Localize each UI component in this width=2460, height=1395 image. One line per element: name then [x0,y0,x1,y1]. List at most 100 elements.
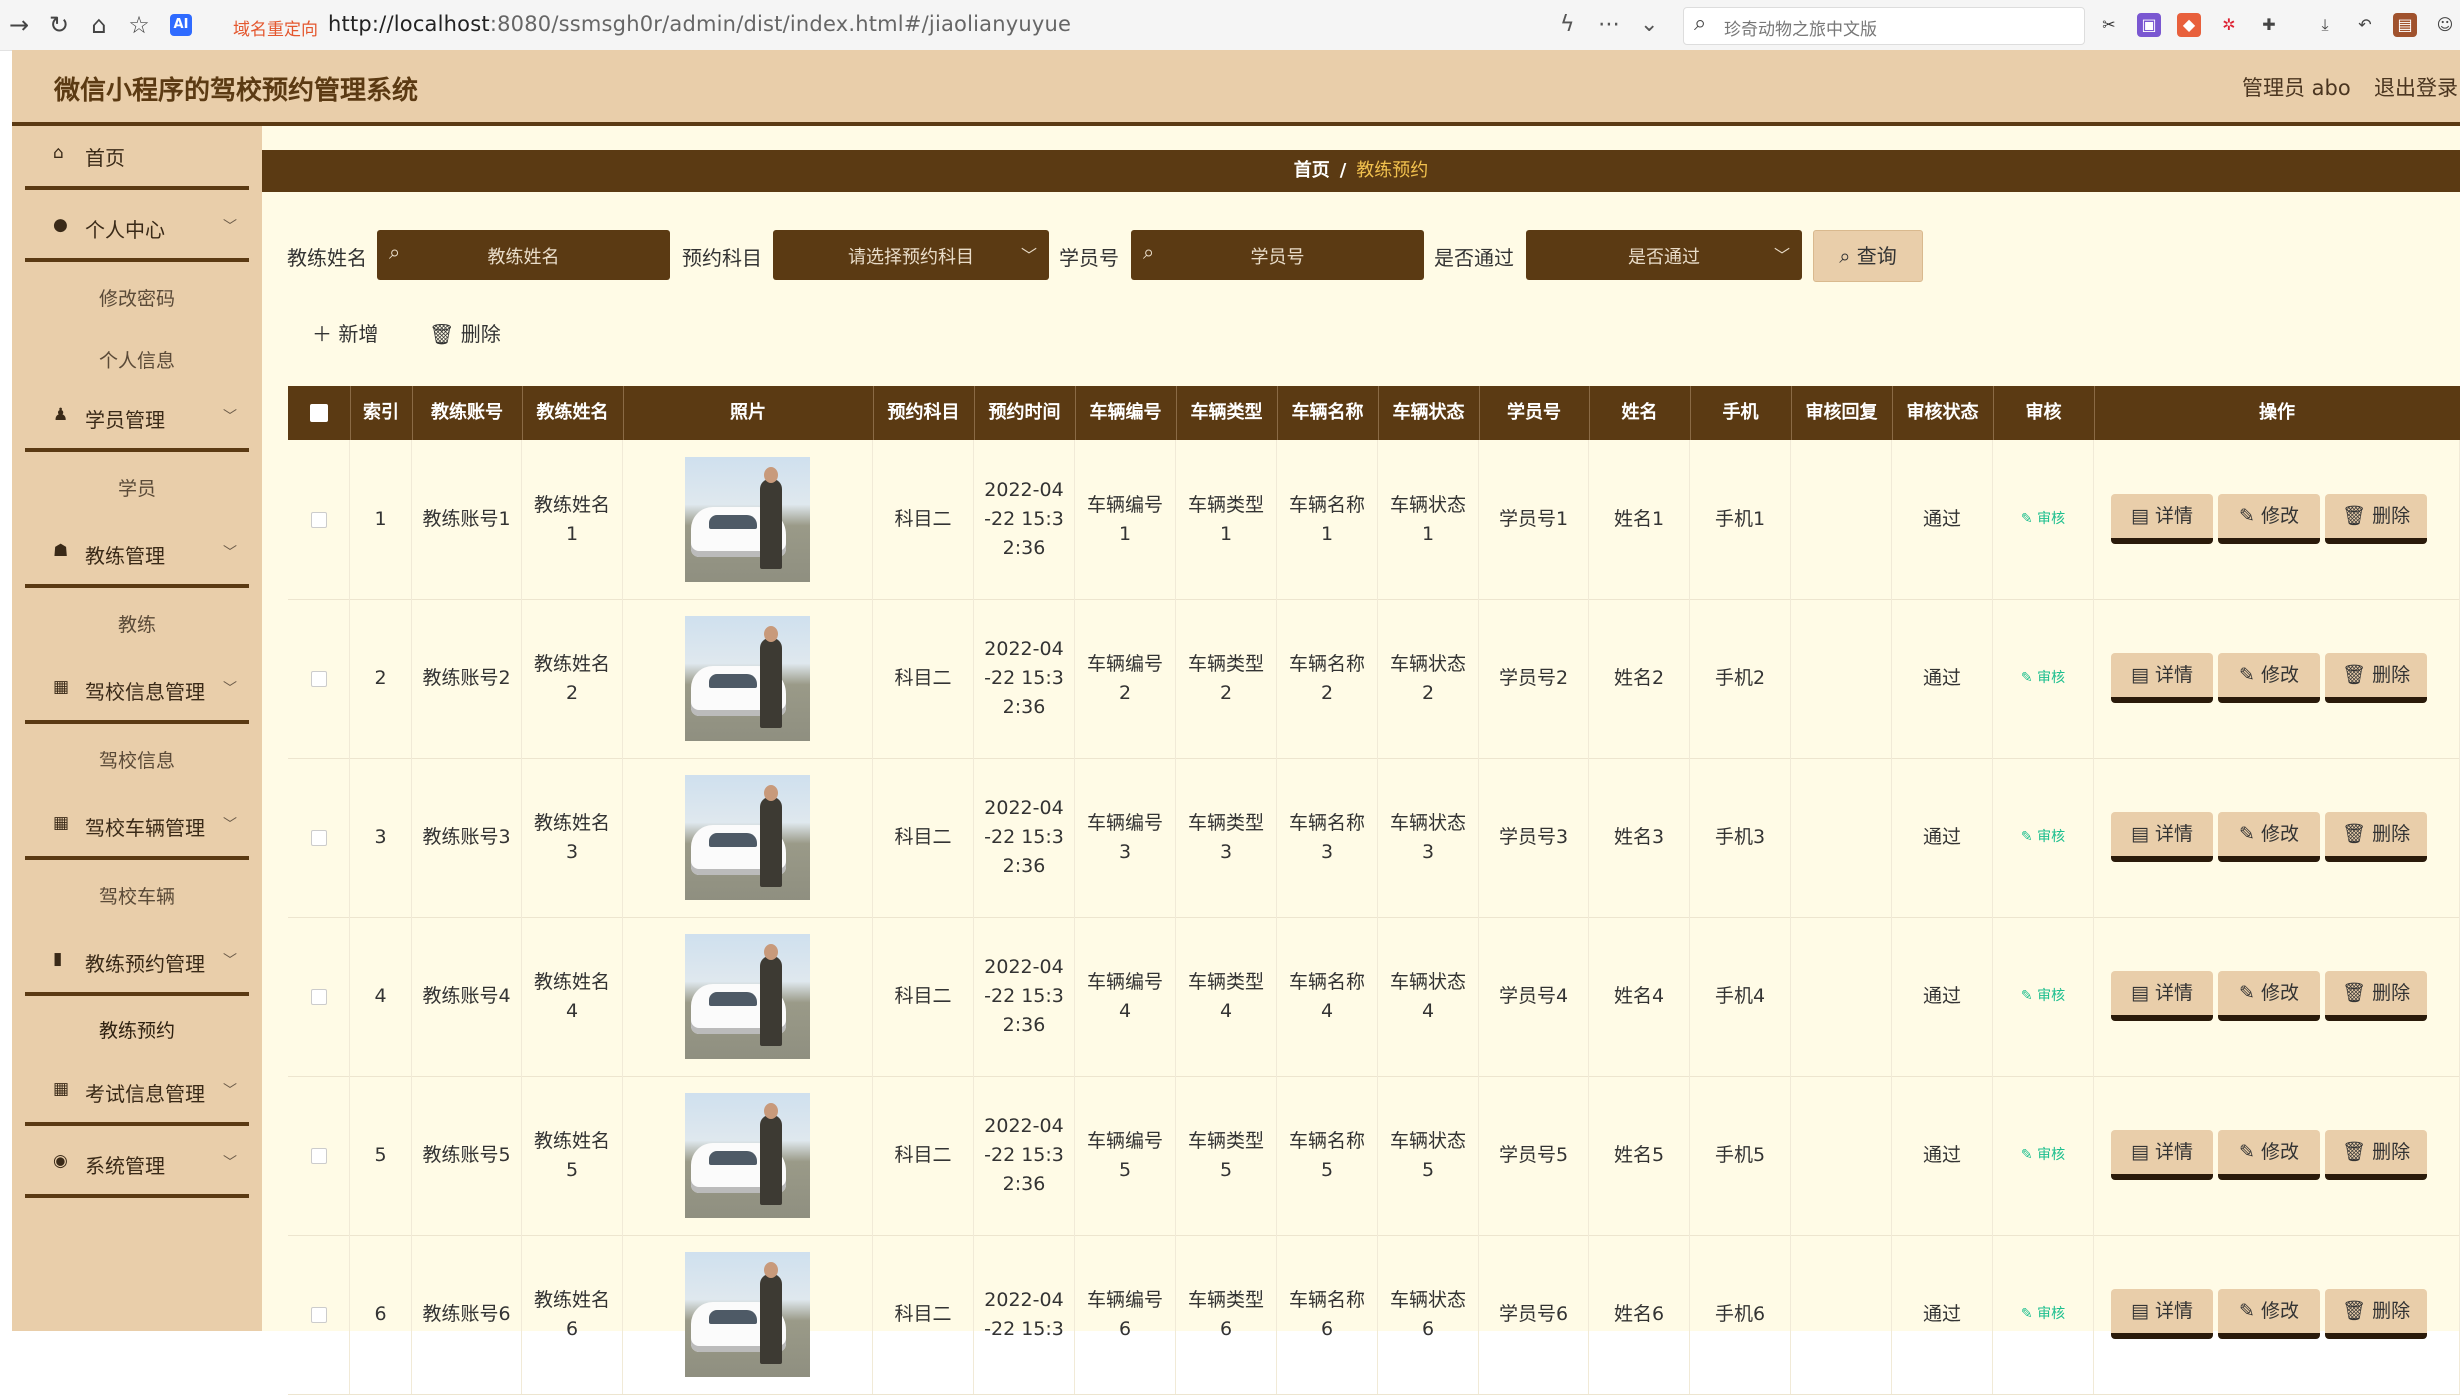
audit-link[interactable]: ✎ 审核 [2021,1300,2065,1329]
sidebar-item-school-info[interactable]: 驾校信息 [25,736,249,786]
audit-link[interactable]: ✎ 审核 [2021,823,2065,852]
row-checkbox[interactable] [310,1306,327,1323]
cell-account: 教练账号6 [412,1235,522,1394]
redirect-label: 域名重定向 [233,20,318,40]
delete-button[interactable]: 🗑 删除 [2325,971,2427,1021]
sidebar-item-student[interactable]: 学员 [25,464,249,514]
photo-head [764,1262,778,1278]
edit-button[interactable]: ✎ 修改 [2218,1289,2320,1339]
photo-head [764,785,778,801]
sidebar-group-vehicles[interactable]: ▦ 驾校车辆管理 ﹀ [25,796,249,860]
address-bar[interactable]: http://localhost:8080/ssmsgh0r/admin/dis… [328,12,1071,36]
delete-button-label: 删除 [2372,823,2411,845]
extension-purple-icon[interactable]: ▣ [2137,13,2161,37]
add-button[interactable]: ＋ 新增 [312,318,378,347]
row-checkbox[interactable] [310,511,327,528]
sidebar-item-profile-info[interactable]: 个人信息 [25,336,249,386]
coach-name-input[interactable]: ⌕ 教练姓名 [377,230,670,280]
delete-button[interactable]: 🗑 删除 [2325,1130,2427,1180]
home-icon[interactable]: ⌂ [84,10,114,40]
sidebar-group-exams[interactable]: ▦ 考试信息管理 ﹀ [25,1062,249,1126]
cell-text: 学员号6 [1498,1303,1569,1325]
puzzle-icon[interactable]: ✚ [2257,13,2281,37]
cell-text: 车辆类型 3 [1187,811,1264,863]
cell-text: 车辆编号 1 [1086,493,1163,545]
extension-red-icon[interactable]: ✲ [2217,13,2241,37]
scissors-icon[interactable]: ✂ [2097,13,2121,37]
detail-button-label: 详情 [2154,1300,2193,1322]
briefcase-icon[interactable]: ▤ [2393,13,2417,37]
audit-link[interactable]: ✎ 审核 [2021,982,2065,1011]
batch-delete-button[interactable]: 🗑 删除 [429,318,501,347]
student-no-input[interactable]: ⌕ 学员号 [1131,230,1424,280]
more-icon[interactable]: ⋯ [1598,10,1620,40]
sidebar-item-change-password[interactable]: 修改密码 [25,274,249,324]
passed-select[interactable]: 是否通过 ﹀ [1526,230,1802,280]
download-icon[interactable]: ⤓ [2313,13,2337,37]
audit-cell: ✎ 审核 [1993,1235,2094,1394]
cell-phone: 手机3 [1690,758,1791,917]
delete-button[interactable]: 🗑 删除 [2325,812,2427,862]
detail-button[interactable]: ▤ 详情 [2111,653,2213,703]
sidebar-group-profile[interactable]: ● 个人中心 ﹀ [25,198,249,262]
coach-photo[interactable] [685,775,810,900]
trash-icon: 🗑 [2341,664,2373,686]
sidebar-group-coach-booking[interactable]: ▮ 教练预约管理 ﹀ [25,932,249,996]
cell-subject: 科目二 [873,917,974,1076]
delete-button[interactable]: 🗑 删除 [2325,494,2427,544]
browser-search-box[interactable]: ⌕ 珍奇动物之旅中文版 [1683,7,2085,45]
edit-button[interactable]: ✎ 修改 [2218,653,2320,703]
edit-button[interactable]: ✎ 修改 [2218,812,2320,862]
select-all-checkbox[interactable] [310,404,328,422]
edit-button[interactable]: ✎ 修改 [2218,1130,2320,1180]
forward-icon[interactable]: → [4,10,34,40]
cell-car-name: 车辆名称 6 [1277,1235,1378,1394]
coach-photo[interactable] [685,1252,810,1377]
bookmark-star-icon[interactable]: ☆ [124,10,154,40]
detail-button[interactable]: ▤ 详情 [2111,812,2213,862]
audit-link[interactable]: ✎ 审核 [2021,664,2065,693]
row-checkbox[interactable] [310,829,327,846]
audit-link[interactable]: ✎ 审核 [2021,505,2065,534]
coach-photo[interactable] [685,616,810,741]
delete-button[interactable]: 🗑 删除 [2325,653,2427,703]
row-checkbox[interactable] [310,670,327,687]
sidebar-item-home[interactable]: ⌂ 首页 [25,126,249,190]
delete-button[interactable]: 🗑 删除 [2325,1289,2427,1339]
sidebar-item-coach-booking[interactable]: 教练预约 [25,1006,249,1056]
sidebar-group-coaches[interactable]: ☗ 教练管理 ﹀ [25,524,249,588]
query-button[interactable]: ⌕ 查询 [1813,230,1923,282]
detail-button[interactable]: ▤ 详情 [2111,1289,2213,1339]
undo-icon[interactable]: ↶ [2353,13,2377,37]
coach-photo[interactable] [685,457,810,582]
document-icon: ▤ [2130,823,2155,845]
coach-photo[interactable] [685,1093,810,1218]
coach-photo[interactable] [685,934,810,1059]
detail-button[interactable]: ▤ 详情 [2111,971,2213,1021]
cell-text: 车辆类型 4 [1187,970,1264,1022]
breadcrumb-home[interactable]: 首页 [1294,160,1330,181]
row-checkbox[interactable] [310,988,327,1005]
extension-fox-icon[interactable]: ◆ [2177,13,2201,37]
trash-icon: 🗑 [2341,505,2373,527]
row-checkbox[interactable] [310,1147,327,1164]
user-icon[interactable]: ☺ [2433,13,2457,37]
lightning-icon[interactable]: ϟ [1560,10,1575,40]
col-car-type: 车辆类型 [1176,386,1278,440]
sidebar: ⌂ 首页 ● 个人中心 ﹀ 修改密码 个人信息 ♟ 学员管理 ﹀ 学员 ☗ 教练… [12,126,262,1331]
sidebar-group-school-info[interactable]: ▦ 驾校信息管理 ﹀ [25,660,249,724]
sidebar-group-students[interactable]: ♟ 学员管理 ﹀ [25,388,249,452]
reload-icon[interactable]: ↻ [44,10,74,40]
detail-button[interactable]: ▤ 详情 [2111,494,2213,544]
ai-extension-icon[interactable]: AI [170,14,192,36]
audit-link[interactable]: ✎ 审核 [2021,1141,2065,1170]
edit-button[interactable]: ✎ 修改 [2218,971,2320,1021]
edit-button[interactable]: ✎ 修改 [2218,494,2320,544]
sidebar-group-system[interactable]: ◉ 系统管理 ﹀ [25,1134,249,1198]
subject-select[interactable]: 请选择预约科目 ﹀ [773,230,1049,280]
sidebar-item-coach[interactable]: 教练 [25,600,249,650]
detail-button[interactable]: ▤ 详情 [2111,1130,2213,1180]
sidebar-item-vehicle[interactable]: 驾校车辆 [25,872,249,922]
chevron-down-icon[interactable]: ⌄ [1640,10,1658,40]
logout-link[interactable]: 退出登录 [2374,72,2458,102]
